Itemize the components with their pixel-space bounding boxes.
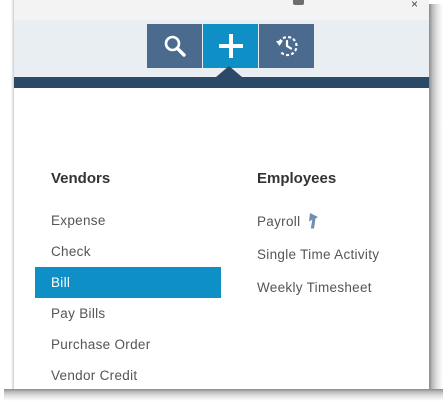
app-panel: ‧ ‧‧ ‧ ‧ ‧‧ ‧ ‧ ‧‧ ‧ ‧ ‧‧ ‧ ‧ ‧‧ ‧ ‧ ‧‧ …	[14, 0, 429, 389]
search-button[interactable]	[147, 24, 202, 68]
frame-shadow-bottom	[4, 389, 443, 401]
menu-item-expense[interactable]: Expense	[35, 205, 221, 236]
menu-top-bar	[14, 77, 429, 88]
vendors-column: Vendors Expense Check Bill Pay Bills Pur…	[35, 170, 221, 389]
menu-item-weekly-timesheet[interactable]: Weekly Timesheet	[257, 271, 379, 304]
menu-item-bill[interactable]: Bill	[35, 267, 221, 298]
employees-header: Employees	[257, 170, 337, 187]
screenshot-frame: ‧ ‧‧ ‧ ‧ ‧‧ ‧ ‧ ‧‧ ‧ ‧ ‧‧ ‧ ‧ ‧‧ ‧ ‧ ‧‧ …	[0, 0, 443, 401]
menu-item-vendor-credit[interactable]: Vendor Credit	[35, 360, 221, 389]
recent-history-icon	[275, 35, 298, 57]
menu-pointer-caret	[216, 66, 242, 77]
menu-item-payroll[interactable]: Payroll	[257, 205, 379, 238]
search-icon	[164, 35, 186, 57]
cropped-address-strip: ‧ ‧‧ ‧ ‧ ‧‧ ‧ ‧ ‧‧ ‧ ‧ ‧‧ ‧ ‧ ‧‧ ‧ ‧ ‧‧ …	[14, 0, 429, 20]
recent-transactions-button[interactable]	[259, 24, 314, 68]
menu-item-purchase-order[interactable]: Purchase Order	[35, 329, 221, 360]
upgrade-arrow-icon	[309, 213, 319, 229]
cropped-chip-icon	[293, 0, 304, 5]
plus-icon	[218, 34, 243, 58]
global-toolbar	[147, 24, 314, 68]
menu-item-payroll-label: Payroll	[257, 214, 301, 229]
employees-column: Employees Payroll Single Time Activity W…	[257, 170, 379, 304]
frame-shadow-right	[429, 4, 443, 401]
vendors-header: Vendors	[51, 170, 111, 187]
menu-item-single-time-activity[interactable]: Single Time Activity	[257, 238, 379, 271]
create-button[interactable]	[203, 24, 258, 68]
cropped-url-text: ‧ ‧‧ ‧ ‧ ‧‧ ‧ ‧ ‧‧ ‧ ‧ ‧‧ ‧ ‧ ‧‧ ‧ ‧ ‧‧	[20, 0, 169, 6]
menu-item-pay-bills[interactable]: Pay Bills	[35, 298, 221, 329]
menu-item-check[interactable]: Check	[35, 236, 221, 267]
cropped-close-icon: ×	[411, 0, 419, 11]
